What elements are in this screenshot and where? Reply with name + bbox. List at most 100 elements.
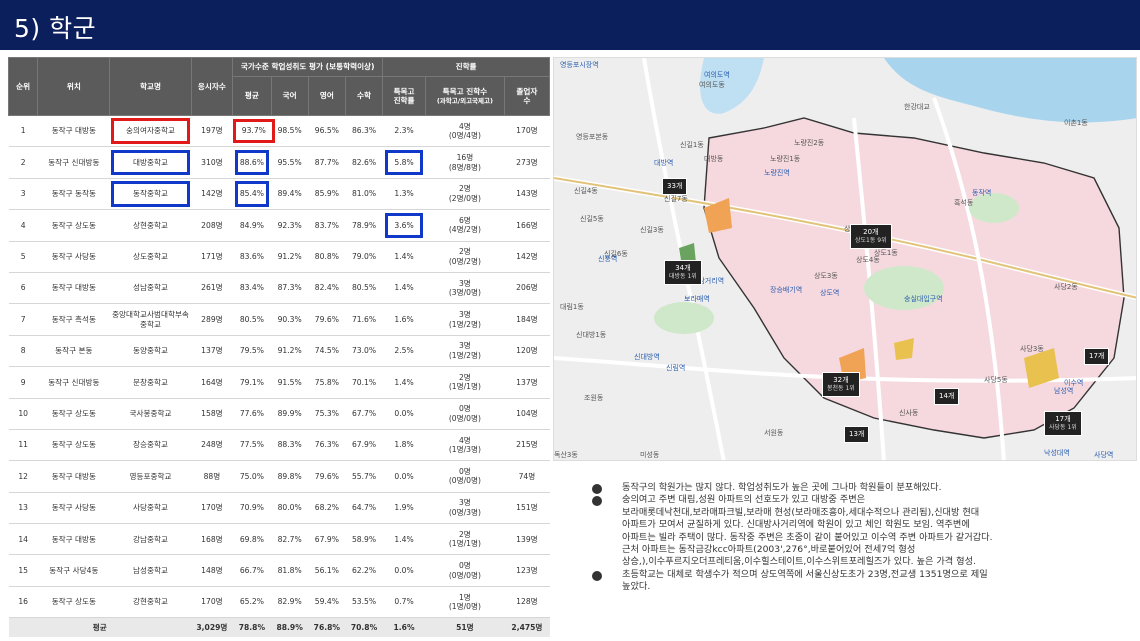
cell-korean: 89.4% (271, 178, 309, 211)
cell-special-count: 3명 (1명/2명) (425, 335, 505, 368)
col-header-korean: 국어 (270, 76, 309, 116)
cell-avg: 88.6% (232, 146, 272, 179)
cluster-sub: 대방동 1위 (669, 273, 697, 281)
cell-avg: 79.5% (232, 335, 272, 368)
cell-avg: 84.9% (232, 209, 272, 242)
cluster-marker-6[interactable]: 13개 (844, 426, 870, 444)
col-header-special-rate: 특목고 진학률 (382, 76, 426, 116)
cell-graduates: 137명 (504, 366, 550, 399)
cluster-marker-3[interactable]: 34개 대방동 1위 (664, 260, 702, 285)
cell-graduates: 184명 (504, 303, 550, 336)
highlighted-special-rate: 3.6% (384, 212, 424, 239)
cell-special-rate: 0.0% (382, 554, 426, 587)
special-count-detail: (0명/4명) (448, 131, 481, 141)
cell-korean: 89.9% (271, 398, 309, 430)
cell-english: 74.5% (308, 335, 346, 368)
cell-rank: 11 (8, 429, 38, 462)
special-count-detail: (0명/2명) (448, 256, 481, 266)
cell-korean: 87.3% (271, 272, 309, 305)
cell-avg: 75.0% (232, 460, 272, 493)
cell-school: 중앙대학교사범대학부속중학교 (109, 303, 192, 336)
cell-rank: 4 (8, 209, 38, 242)
cluster-marker-4[interactable]: 32개 봉천동 1위 (822, 372, 860, 397)
cell-english: 75.3% (308, 398, 346, 430)
table-row: 15 동작구 사당4동 남성중학교 148명 66.7% 81.8% 56.1% 62.2% 0… (8, 554, 550, 587)
cell-korean: 82.7% (271, 523, 309, 556)
cluster-count: 14개 (939, 392, 955, 400)
cell-special-rate: 1.4% (382, 366, 426, 399)
cell-graduates: 74명 (504, 460, 550, 493)
cell-special-count: 6명 (4명/2명) (425, 209, 505, 242)
cell-students: 261명 (191, 272, 233, 305)
cell-math: 73.0% (345, 335, 383, 368)
cluster-sub: 사당동 1위 (1049, 424, 1077, 432)
cell-avg: 93.7% (232, 115, 275, 148)
cell-graduates: 139명 (504, 523, 550, 556)
table-row: 2 동작구 신대방동 대방중학교 310명 88.6% 95.5% 87.7% 82.6% 5.… (8, 146, 550, 179)
cell-special-count: 2명 (0명/2명) (425, 241, 505, 273)
cell-school: 동양중학교 (109, 335, 192, 368)
highlighted-school: 숭의여자중학교 (110, 118, 191, 144)
cell-location: 동작구 흑석동 (37, 303, 110, 336)
cell-students: 289명 (191, 303, 233, 336)
cell-english: 80.8% (308, 241, 346, 273)
cell-special-count: 16명 (8명/8명) (425, 146, 505, 179)
cell-school: 상도중학교 (109, 241, 192, 273)
cell-korean: 92.3% (271, 209, 309, 242)
col-header-avg: 평균 (232, 76, 272, 116)
cell-math: 62.2% (345, 554, 383, 587)
cell-special-rate: 5.8% (382, 146, 426, 179)
map-place-label: 영등포본동 (576, 133, 609, 141)
cell-avg: 85.4% (232, 178, 272, 211)
cell-graduates: 151명 (504, 492, 550, 525)
map-place-label: 장승배기역 (770, 286, 803, 294)
cell-location: 동작구 상도동 (37, 586, 110, 619)
cell-avg: 69.8% (232, 523, 272, 556)
note-text-1: 동작구의 학원가는 많지 않다. 학업성취도가 높은 곳에 그나마 학원들이 분… (622, 482, 993, 568)
cell-graduates: 273명 (504, 146, 550, 179)
highlighted-school: 동작중학교 (110, 181, 191, 207)
special-count-value: 4명 (458, 435, 471, 445)
cell-location: 동작구 본동 (37, 335, 110, 368)
col-header-special-rate-text: 특목고 진학률 (393, 86, 415, 105)
footer-math: 70.8% (345, 617, 383, 637)
special-count-value: 2명 (458, 184, 471, 194)
cluster-sub: 봉천동 1위 (827, 385, 855, 393)
cell-students: 148명 (191, 554, 233, 587)
cell-special-rate: 1.3% (382, 178, 426, 211)
cell-location: 동작구 사당동 (37, 492, 110, 525)
cell-students: 171명 (191, 241, 233, 273)
cluster-marker-1[interactable]: 33개 (662, 178, 688, 196)
cluster-count: 34개 (675, 264, 691, 272)
district-map[interactable]: 영등포시장역 여의도역 여의도동 신길1동 영등포본동 신길4동 신길7동 신길3동 신길5동 신… (553, 57, 1137, 461)
cell-graduates: 104명 (504, 398, 550, 430)
cluster-marker-5[interactable]: 14개 (934, 388, 960, 406)
cell-students: 137명 (191, 335, 233, 368)
cell-math: 82.6% (345, 146, 383, 179)
cluster-marker-8[interactable]: 17개 사당동 1위 (1044, 411, 1082, 436)
cell-english: 96.5% (308, 115, 346, 148)
cell-math: 71.6% (345, 303, 383, 336)
cell-special-count: 4명 (1명/3명) (425, 429, 505, 462)
cluster-marker-2[interactable]: 20개 상도1동 9위 (850, 224, 892, 249)
cell-avg: 80.5% (232, 303, 272, 336)
cell-math: 67.9% (345, 429, 383, 462)
cell-students: 310명 (191, 146, 233, 179)
cell-school: 문창중학교 (109, 366, 192, 399)
cell-math: 67.7% (345, 398, 383, 430)
map-place-label: 사당5동 (984, 376, 1008, 384)
map-place-label: 보라매역 (684, 295, 710, 303)
special-count-detail: (0명/0명) (448, 476, 481, 486)
cluster-marker-7[interactable]: 17개 (1084, 348, 1110, 366)
cell-math: 81.0% (345, 178, 383, 211)
cluster-count: 33개 (667, 182, 683, 190)
cell-english: 76.3% (308, 429, 346, 462)
cell-special-count: 0명 (0명/0명) (425, 398, 505, 430)
footer-special-rate: 1.6% (382, 617, 426, 637)
cell-graduates: 206명 (504, 272, 550, 305)
cell-rank: 5 (8, 241, 38, 273)
cell-students: 158명 (191, 398, 233, 430)
map-place-label: 신사동 (899, 409, 919, 417)
cell-school: 숭의여자중학교 (109, 115, 192, 148)
cell-korean: 98.5% (271, 115, 309, 148)
